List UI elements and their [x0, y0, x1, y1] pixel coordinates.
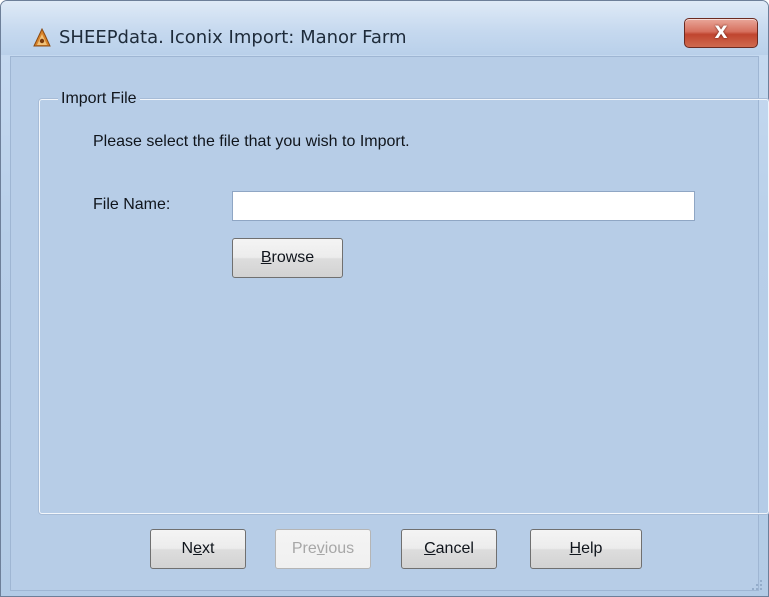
resize-grip-icon[interactable]: [751, 579, 763, 591]
cancel-label: ancel: [435, 540, 474, 557]
title-bar[interactable]: SHEEPdata. Iconix Import: Manor Farm X: [1, 1, 768, 55]
help-button[interactable]: Help: [530, 529, 642, 569]
import-file-group: [39, 99, 769, 514]
close-icon: X: [714, 23, 728, 43]
instructions-text: Please select the file that you wish to …: [93, 133, 410, 150]
group-legend: Import File: [58, 90, 140, 108]
browse-button[interactable]: Browse: [232, 238, 343, 278]
previous-button[interactable]: Pre v ious: [275, 529, 371, 569]
previous-accel: v: [316, 540, 325, 557]
next-button[interactable]: Ne xt: [150, 529, 246, 569]
previous-label-end: ious: [324, 540, 355, 557]
browse-label: rowse: [271, 249, 315, 266]
help-accel: H: [569, 540, 582, 557]
next-label-start: N: [181, 540, 194, 557]
next-accel: e: [193, 540, 202, 557]
next-label-end: xt: [202, 540, 215, 557]
help-label: elp: [581, 540, 603, 557]
cancel-accel: C: [424, 540, 436, 557]
file-name-label: File Name:: [93, 196, 171, 213]
close-button[interactable]: X: [684, 18, 758, 48]
window-title: SHEEPdata. Iconix Import: Manor Farm: [59, 27, 407, 48]
sheep-app-icon[interactable]: [31, 27, 53, 49]
previous-label-start: Pre: [291, 540, 317, 557]
cancel-button[interactable]: Cancel: [401, 529, 497, 569]
file-name-input[interactable]: [232, 191, 695, 221]
browse-accel: B: [260, 249, 272, 266]
